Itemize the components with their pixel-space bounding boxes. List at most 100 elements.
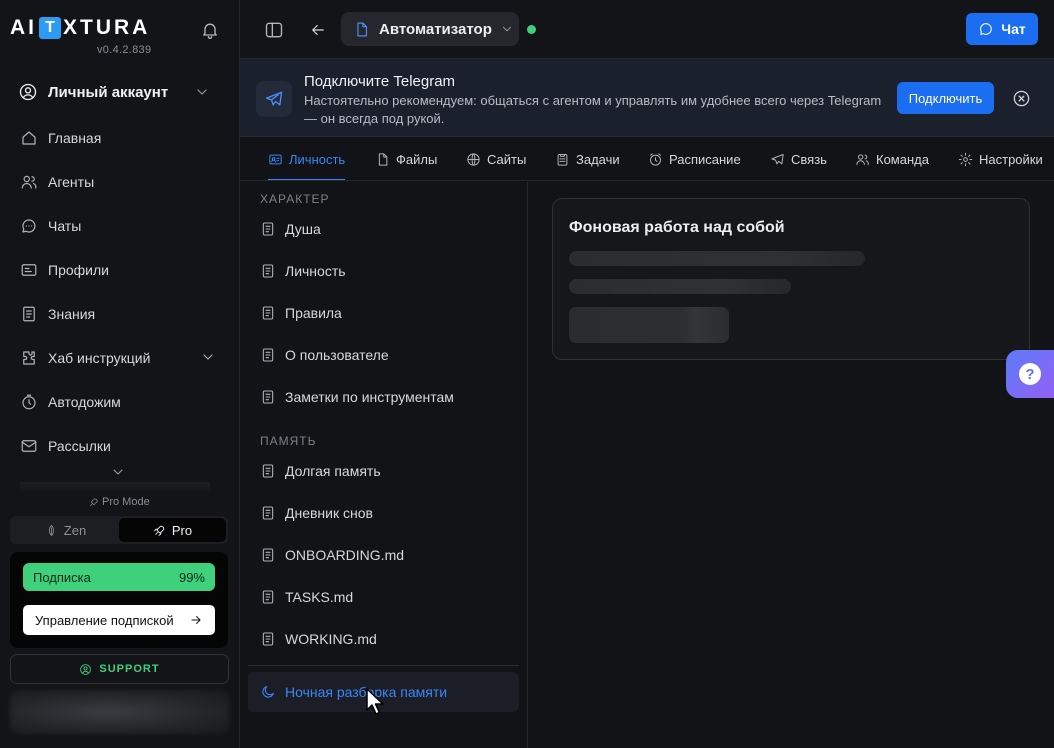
mail-icon [21, 440, 37, 452]
section-label-character: ХАРАКТЕР [260, 192, 330, 206]
banner-text: Настоятельно рекомендуем: общаться с аге… [304, 93, 882, 126]
home-icon [22, 131, 36, 145]
tab-tasks[interactable]: Задачи [555, 137, 620, 180]
document-icon [262, 348, 274, 362]
sidebar-item-agents[interactable]: Агенты [20, 160, 220, 204]
sidebar-item-label: Автодожим [48, 394, 121, 410]
file-item[interactable]: Личность [260, 259, 520, 283]
file-item[interactable]: Душа [260, 217, 520, 241]
tab-files[interactable]: Файлы [375, 137, 437, 180]
mode-switch: Zen Pro [10, 516, 228, 544]
clipboard-icon [557, 153, 568, 166]
sidebar-nav: Главная Агенты Чаты Профили Знания Хаб и… [20, 116, 220, 472]
moon-icon [262, 686, 274, 698]
panel-toggle-icon[interactable] [264, 20, 284, 40]
tab-schedule[interactable]: Расписание [648, 137, 741, 180]
support-button[interactable]: SUPPORT [10, 654, 229, 684]
rocket-icon [89, 497, 98, 506]
sidebar-item-label: Знания [48, 306, 96, 322]
document-icon [262, 464, 274, 478]
pro-mode-caption: Pro Mode [88, 496, 150, 508]
sidebar-item-instructions-hub[interactable]: Хаб инструкций [20, 336, 220, 380]
subscription-progress: Подписка 99% [23, 563, 215, 591]
file-item[interactable]: Долгая память [260, 459, 520, 483]
chat-button[interactable]: Чат [966, 13, 1038, 45]
chevron-down-icon [200, 349, 216, 365]
document-icon [262, 590, 274, 604]
app-version: v0.4.2.839 [97, 44, 152, 56]
mode-pro-button[interactable]: Pro [119, 518, 226, 542]
puzzle-icon [23, 351, 35, 365]
mouse-cursor-icon [366, 688, 384, 715]
file-item[interactable]: Правила [260, 301, 520, 325]
file-icon [378, 152, 388, 166]
sidebar-item-home[interactable]: Главная [20, 116, 220, 160]
chat-icon [980, 23, 993, 35]
sidebar-item-profiles[interactable]: Профили [20, 248, 220, 292]
user-profile-blurred[interactable] [10, 690, 229, 734]
sidebar-item-mailings[interactable]: Рассылки [20, 424, 220, 468]
card-title: Фоновая работа над собой [569, 219, 785, 236]
document-icon [262, 222, 274, 236]
agent-name: Автоматизатор [379, 20, 492, 38]
logo[interactable]: AI T XTURA [10, 16, 150, 40]
file-item[interactable]: ONBOARDING.md [260, 543, 520, 567]
connect-telegram-button[interactable]: Подключить [897, 82, 994, 114]
tab-connection[interactable]: Связь [770, 137, 827, 180]
sidebar: AI T XTURA v0.4.2.839 Личный аккаунт Гла… [0, 0, 240, 748]
tab-sites[interactable]: Сайты [466, 137, 526, 180]
sidebar-item-knowledge[interactable]: Знания [20, 292, 220, 336]
send-icon [771, 153, 784, 164]
agent-selector[interactable]: Автоматизатор [341, 12, 519, 46]
agent-status-indicator [527, 25, 536, 34]
tab-team[interactable]: Команда [855, 137, 929, 180]
close-icon[interactable] [1012, 89, 1031, 108]
timer-icon [22, 394, 36, 410]
account-selector[interactable]: Личный аккаунт [18, 80, 224, 104]
sidebar-item-chats[interactable]: Чаты [20, 204, 220, 248]
loading-skeleton-line [569, 279, 791, 294]
file-item[interactable]: WORKING.md [260, 627, 520, 651]
logo-text-left: AI [10, 16, 37, 39]
sidebar-item-label: Чаты [48, 218, 82, 234]
subscription-label: Подписка [33, 569, 91, 585]
rocket-icon [154, 525, 165, 536]
users-icon [21, 175, 37, 189]
sidebar-item-label: Главная [48, 130, 102, 146]
file-item[interactable]: TASKS.md [260, 585, 520, 609]
tab-settings[interactable]: Настройки [958, 137, 1043, 180]
back-arrow-icon[interactable] [309, 21, 327, 39]
user-circle-icon [19, 83, 37, 101]
document-icon [262, 306, 274, 320]
manage-subscription-button[interactable]: Управление подпиской [23, 605, 215, 635]
section-label-memory: ПАМЯТЬ [260, 434, 317, 448]
file-item[interactable]: Заметки по инструментам [260, 385, 520, 409]
subscription-card: Подписка 99% Управление подпиской [10, 552, 228, 648]
chevron-down-icon [500, 22, 514, 36]
subscription-percent: 99% [178, 569, 205, 585]
account-label: Личный аккаунт [48, 83, 169, 101]
profile-card-icon [21, 264, 37, 276]
sidebar-item-autopush[interactable]: Автодожим [20, 380, 220, 424]
tab-personality[interactable]: Личность [268, 137, 346, 180]
alarm-icon [650, 152, 661, 166]
loading-skeleton-button [569, 307, 729, 343]
telegram-banner: Подключите Telegram Настоятельно рекомен… [240, 59, 1054, 137]
agent-tabs: Личность Файлы Сайты Задачи Расписание С… [240, 137, 1054, 181]
book-icon [23, 306, 35, 322]
file-item[interactable]: Дневник снов [260, 501, 520, 525]
banner-title: Подключите Telegram [304, 73, 456, 90]
chevron-down-icon[interactable] [110, 464, 126, 480]
document-icon [262, 506, 274, 520]
loading-skeleton-line [569, 251, 865, 266]
sidebar-item-label: Профили [48, 262, 109, 278]
sidebar-item-label: Агенты [48, 174, 95, 190]
personality-files-panel: ХАРАКТЕР Душа Личность Правила О пользов… [240, 182, 528, 748]
bell-icon[interactable] [200, 20, 220, 40]
help-button[interactable]: ? [1006, 350, 1054, 398]
mode-zen-button[interactable]: Zen [12, 518, 119, 542]
file-item[interactable]: О пользователе [260, 343, 520, 367]
background-work-card: Фоновая работа над собой [552, 198, 1030, 360]
chevron-down-icon [194, 84, 220, 100]
top-bar: Автоматизатор Чат [240, 0, 1054, 59]
